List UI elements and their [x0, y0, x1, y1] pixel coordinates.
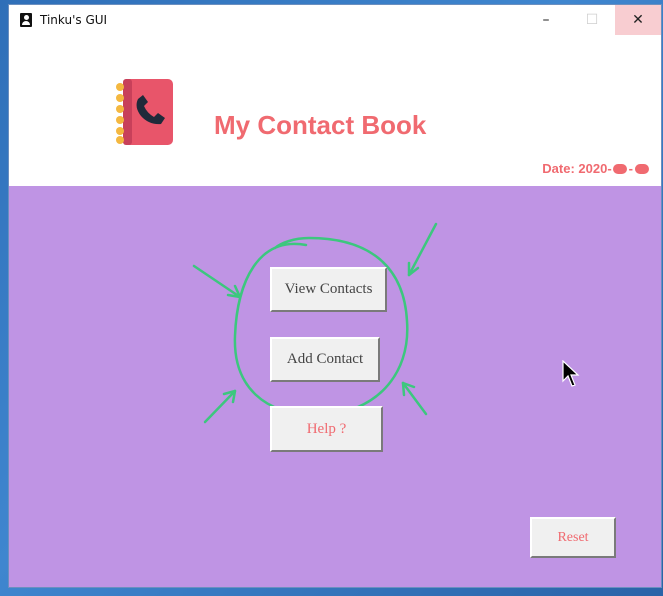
- add-contact-button[interactable]: Add Contact: [270, 337, 380, 382]
- title-bar[interactable]: Tinku's GUI – ☐ ✕: [9, 5, 661, 35]
- view-contacts-button[interactable]: View Contacts: [270, 267, 387, 312]
- mouse-cursor-icon: [562, 360, 580, 387]
- redacted-day: [635, 163, 649, 174]
- app-window: Tinku's GUI – ☐ ✕ My Contact Book Date: …: [9, 5, 661, 587]
- date-text: Date: 2020-: [542, 161, 612, 176]
- contact-book-icon: [116, 79, 173, 145]
- contact-app-icon: [20, 13, 32, 27]
- help-button[interactable]: Help ?: [270, 406, 383, 452]
- date-separator: -: [628, 161, 633, 176]
- redacted-month: [612, 163, 627, 174]
- window-title: Tinku's GUI: [40, 13, 108, 27]
- maximize-button[interactable]: ☐: [569, 5, 615, 35]
- page-title: My Contact Book: [214, 110, 427, 140]
- header-panel: My Contact Book Date: 2020- -: [9, 35, 661, 186]
- reset-button[interactable]: Reset: [530, 517, 616, 558]
- date-label: Date: 2020- -: [542, 161, 650, 176]
- close-button[interactable]: ✕: [615, 5, 661, 35]
- minimize-button[interactable]: –: [523, 5, 569, 35]
